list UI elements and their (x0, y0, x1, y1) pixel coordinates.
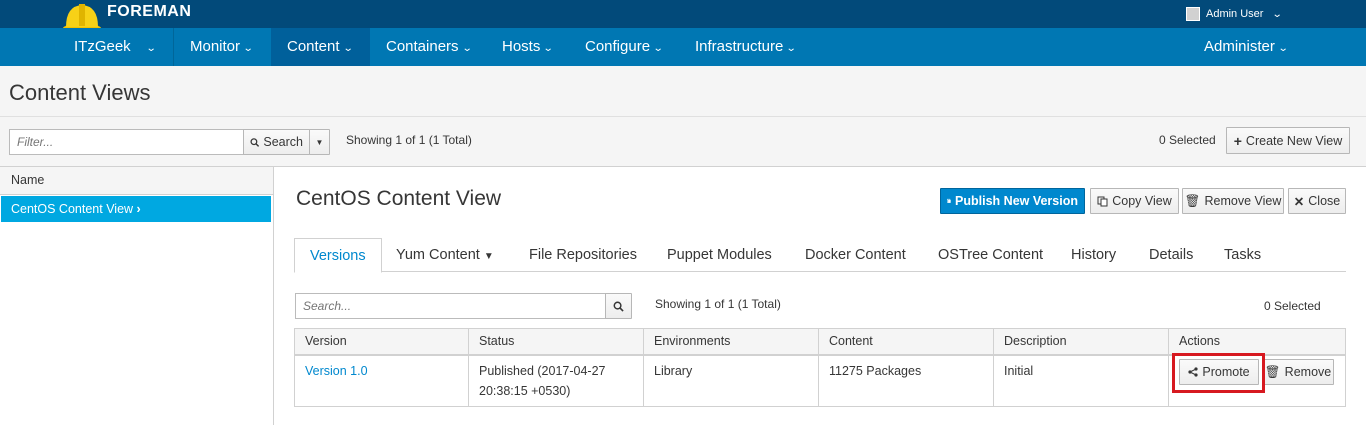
nav-configure[interactable]: Configure ⌄ (569, 28, 678, 66)
content-cell: 11275 Packages (818, 354, 994, 407)
versions-search-input[interactable] (295, 293, 606, 319)
selected-count: 0 Selected (1159, 133, 1216, 147)
remove-version-button[interactable]: 🗑 Remove (1262, 359, 1334, 385)
nav-org-switcher[interactable]: ITzGeek ⌄ (58, 28, 174, 66)
detail-tabs: Versions Yum Content ▼ File Repositories… (294, 238, 1346, 273)
results-count: Showing 1 of 1 (1 Total) (346, 133, 472, 147)
org-label: ITzGeek (74, 38, 131, 55)
nav-content[interactable]: Content ⌄ (271, 28, 370, 66)
remove-version-label: Remove (1284, 365, 1332, 379)
chevron-right-icon: › (136, 202, 141, 216)
chevron-down-icon: ⌄ (461, 43, 473, 54)
create-label: Create New View (1245, 133, 1343, 148)
chevron-down-icon: ⌄ (1272, 8, 1284, 20)
user-menu[interactable]: Admin User ⌄ (1186, 7, 1284, 21)
tab-details[interactable]: Details (1134, 238, 1208, 272)
versions-search-button[interactable] (605, 293, 632, 319)
remove-label: Remove View (1204, 194, 1282, 208)
nav-label: Hosts (502, 38, 541, 55)
column-header-status: Status (468, 328, 644, 356)
copy-icon (1097, 196, 1108, 206)
nav-label: Monitor (190, 38, 241, 55)
nav-administer[interactable]: Administer ⌄ (1188, 28, 1303, 66)
versions-selected-count: 0 Selected (1264, 299, 1321, 313)
detail-title: CentOS Content View (296, 187, 502, 210)
environments-cell: Library (643, 354, 819, 407)
nav-label: Content (287, 38, 340, 55)
chevron-down-icon: ⌄ (1277, 43, 1289, 54)
version-link[interactable]: Version 1.0 (305, 364, 368, 378)
nav-hosts[interactable]: Hosts ⌄ (486, 28, 569, 66)
brand-name[interactable]: FOREMAN (107, 3, 191, 21)
nav-label: Configure (585, 38, 651, 55)
tab-yum-content[interactable]: Yum Content ▼ (381, 238, 509, 272)
caret-down-icon: ▼ (315, 137, 324, 147)
top-bar: FOREMAN Admin User ⌄ (0, 0, 1366, 32)
tab-file-repositories[interactable]: File Repositories (514, 238, 652, 272)
close-button[interactable]: ✕ Close (1288, 188, 1346, 214)
versions-results-count: Showing 1 of 1 (1 Total) (655, 297, 781, 311)
column-header-actions: Actions (1168, 328, 1346, 356)
page-header: Content Views (0, 66, 1366, 117)
status-line: 20:38:15 +0530) (479, 383, 571, 398)
search-label: Search (263, 135, 303, 149)
tab-docker-content[interactable]: Docker Content (790, 238, 921, 272)
chevron-down-icon: ⌄ (145, 43, 157, 54)
copy-label: Copy View (1112, 194, 1172, 208)
status-line: Published (2017-04-27 (479, 363, 606, 378)
tab-versions[interactable]: Versions (294, 238, 382, 273)
search-icon (250, 137, 260, 147)
chevron-down-icon: ⌄ (652, 43, 664, 54)
user-name: Admin User (1206, 8, 1264, 20)
search-icon (613, 301, 624, 312)
nav-label: Administer (1204, 38, 1275, 55)
column-header-content: Content (818, 328, 994, 356)
tab-puppet-modules[interactable]: Puppet Modules (652, 238, 787, 272)
column-header-description: Description (993, 328, 1169, 356)
tab-history[interactable]: History (1056, 238, 1131, 272)
table-header-row: Version Status Environments Content Desc… (294, 328, 1346, 356)
plus-icon: + (1233, 132, 1242, 149)
nav-infrastructure[interactable]: Infrastructure ⌄ (679, 28, 812, 66)
main-navbar: ITzGeek ⌄ Monitor ⌄ Content ⌄ Containers ⌄ H… (0, 28, 1366, 66)
close-icon: ✕ (1293, 194, 1305, 209)
tab-label: Yum Content (396, 247, 480, 263)
close-label: Close (1308, 194, 1341, 208)
create-new-view-button[interactable]: + Create New View (1226, 127, 1350, 154)
column-header-version: Version (294, 328, 469, 356)
nav-label: Infrastructure (695, 38, 784, 55)
publish-label: Publish New Version (955, 194, 1078, 208)
list-header-name: Name (0, 167, 273, 195)
chevron-down-icon: ⌄ (342, 43, 354, 54)
avatar (1186, 7, 1200, 21)
nav-label: Containers (386, 38, 459, 55)
chevron-down-icon: ⌄ (786, 43, 798, 54)
chevron-down-icon: ⌄ (543, 43, 554, 54)
search-button[interactable]: Search (243, 129, 310, 155)
promote-highlight-box (1172, 353, 1265, 393)
status-cell: Published (2017-04-27 20:38:15 +0530) (468, 354, 644, 407)
tab-ostree-content[interactable]: OSTree Content (923, 238, 1058, 272)
list-item-label: CentOS Content View (11, 202, 134, 216)
nav-monitor[interactable]: Monitor ⌄ (174, 28, 268, 66)
list-toolbar: Search ▼ Showing 1 of 1 (1 Total) 0 Sele… (0, 117, 1366, 167)
search-options-dropdown[interactable]: ▼ (309, 129, 330, 155)
description-cell: Initial (993, 354, 1169, 407)
trash-icon: 🗑 (1264, 364, 1281, 379)
nav-containers[interactable]: Containers ⌄ (370, 28, 487, 66)
copy-view-button[interactable]: Copy View (1090, 188, 1179, 214)
publish-new-version-button[interactable]: Publish New Version (940, 188, 1085, 214)
content-view-list: Name CentOS Content View › (0, 167, 274, 425)
publish-icon (947, 198, 951, 203)
column-header-environments: Environments (643, 328, 819, 356)
tab-tasks[interactable]: Tasks (1209, 238, 1276, 272)
chevron-down-icon: ⌄ (242, 43, 254, 54)
remove-view-button[interactable]: 🗑 Remove View (1182, 188, 1284, 214)
chevron-down-icon: ▼ (483, 251, 494, 262)
filter-input[interactable] (9, 129, 244, 155)
trash-icon: 🗑 (1184, 193, 1201, 208)
list-item-centos-content-view[interactable]: CentOS Content View › (1, 196, 271, 222)
page-title: Content Views (9, 80, 151, 105)
